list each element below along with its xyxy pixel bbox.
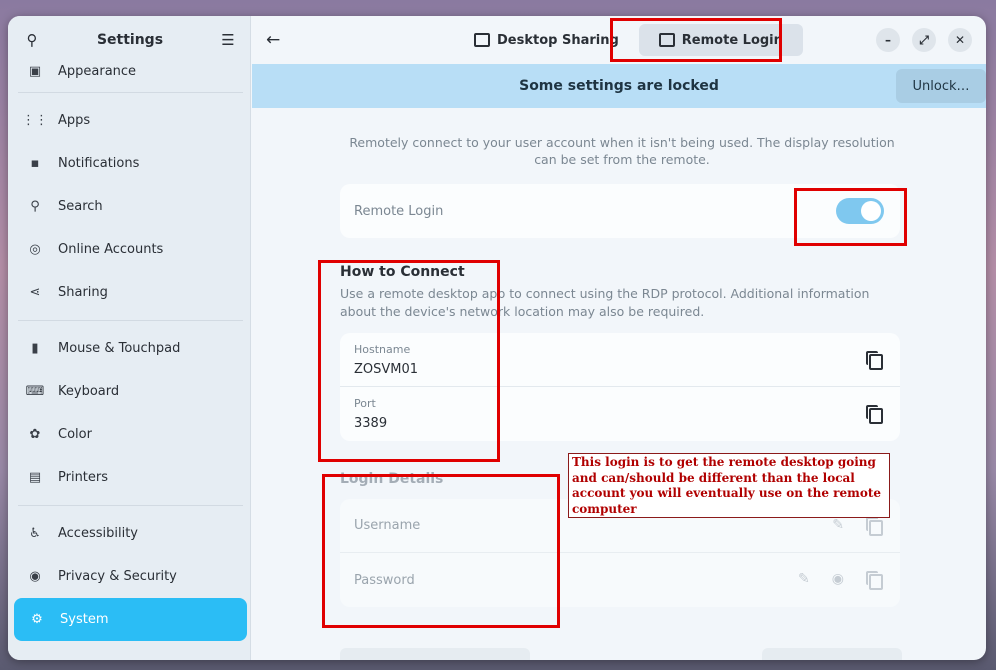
sharing-icon: ⋖ bbox=[29, 285, 41, 300]
annotation-box-login-details bbox=[322, 474, 560, 628]
password-actions: ✎ ◉ bbox=[798, 571, 883, 590]
system-icon: ⚙ bbox=[31, 612, 43, 627]
window-controls: – ⤢ ✕ bbox=[876, 28, 972, 52]
sidebar-separator bbox=[18, 320, 243, 321]
online-accounts-icon: ◎ bbox=[29, 242, 41, 257]
sidebar-item-online-accounts[interactable]: ◎ Online Accounts bbox=[12, 228, 249, 271]
unlock-button[interactable]: Unlock… bbox=[896, 69, 986, 103]
tab-desktop-sharing[interactable]: Desktop Sharing bbox=[474, 24, 631, 56]
annotation-box-toggle bbox=[794, 188, 907, 246]
copy-port-icon[interactable] bbox=[866, 405, 883, 424]
sidebar-item-label: Apps bbox=[58, 113, 91, 128]
username-actions: ✎ bbox=[832, 517, 883, 536]
sidebar-item-label: Keyboard bbox=[58, 384, 120, 399]
search-icon: ⚲ bbox=[30, 199, 40, 214]
sidebar-item-label: Color bbox=[58, 427, 92, 442]
copy-hostname-icon[interactable] bbox=[866, 351, 883, 370]
maximize-icon[interactable]: ⤢ bbox=[912, 28, 936, 52]
annotation-box-how-to-connect bbox=[318, 260, 500, 462]
sidebar-item-printers[interactable]: ▤ Printers bbox=[12, 456, 249, 499]
menu-icon[interactable]: ☰ bbox=[218, 30, 238, 50]
sidebar-separator bbox=[18, 505, 243, 506]
sidebar: ⚲ Settings ☰ ▣ Appearance ⋮⋮ Apps ▪ Noti… bbox=[8, 16, 251, 660]
sidebar-item-label: Privacy & Security bbox=[58, 569, 177, 584]
minimize-icon[interactable]: – bbox=[876, 28, 900, 52]
bottom-button-partial[interactable] bbox=[762, 648, 902, 660]
show-password-icon[interactable]: ◉ bbox=[832, 571, 844, 587]
copy-password-icon[interactable] bbox=[866, 571, 883, 590]
sidebar-item-label: Appearance bbox=[58, 63, 137, 79]
sidebar-item-sharing[interactable]: ⋖ Sharing bbox=[12, 271, 249, 314]
remote-login-label: Remote Login bbox=[354, 203, 444, 219]
sidebar-item-label: Sharing bbox=[58, 285, 108, 300]
apps-icon: ⋮⋮ bbox=[22, 113, 48, 128]
sidebar-item-label: Accessibility bbox=[58, 526, 138, 541]
sidebar-separator bbox=[18, 92, 243, 93]
locked-banner-text: Some settings are locked bbox=[519, 78, 719, 94]
sidebar-item-system[interactable]: ⚙ System bbox=[14, 598, 247, 641]
sidebar-item-accessibility[interactable]: ♿ Accessibility bbox=[12, 512, 249, 555]
accessibility-icon: ♿ bbox=[29, 526, 41, 541]
annotation-note: This login is to get the remote desktop … bbox=[568, 453, 890, 518]
sidebar-item-keyboard[interactable]: ⌨ Keyboard bbox=[12, 370, 249, 413]
back-arrow-icon[interactable]: ← bbox=[266, 30, 280, 50]
sidebar-title: Settings bbox=[96, 32, 164, 48]
sidebar-item-label: Online Accounts bbox=[58, 242, 164, 257]
sidebar-item-label: System bbox=[60, 612, 109, 627]
printer-icon: ▤ bbox=[28, 470, 42, 485]
sidebar-list: ▣ Appearance ⋮⋮ Apps ▪ Notifications ⚲ S… bbox=[12, 60, 249, 641]
sidebar-item-mouse-touchpad[interactable]: ▮ Mouse & Touchpad bbox=[12, 327, 249, 370]
edit-username-icon[interactable]: ✎ bbox=[832, 517, 844, 533]
privacy-icon: ◉ bbox=[29, 569, 41, 584]
tab-label: Desktop Sharing bbox=[497, 32, 619, 48]
sidebar-item-search[interactable]: ⚲ Search bbox=[12, 185, 249, 228]
locked-banner: Some settings are locked Unlock… bbox=[252, 64, 986, 108]
sidebar-item-notifications[interactable]: ▪ Notifications bbox=[12, 142, 249, 185]
keyboard-icon: ⌨ bbox=[25, 384, 45, 399]
mouse-icon: ▮ bbox=[31, 341, 39, 356]
sidebar-item-label: Printers bbox=[58, 470, 109, 485]
edit-password-icon[interactable]: ✎ bbox=[798, 571, 810, 587]
sidebar-item-privacy-security[interactable]: ◉ Privacy & Security bbox=[12, 555, 249, 598]
copy-username-icon[interactable] bbox=[866, 517, 883, 536]
sidebar-item-label: Notifications bbox=[58, 156, 140, 171]
desktop-sharing-icon bbox=[474, 33, 490, 47]
bottom-button-partial[interactable] bbox=[340, 648, 530, 660]
search-icon[interactable]: ⚲ bbox=[22, 30, 42, 50]
annotation-box-remote-login-tab bbox=[610, 18, 782, 62]
sidebar-item-appearance[interactable]: ▣ Appearance bbox=[12, 56, 249, 86]
notifications-icon: ▪ bbox=[30, 156, 40, 171]
sidebar-item-label: Mouse & Touchpad bbox=[58, 341, 181, 356]
close-icon[interactable]: ✕ bbox=[948, 28, 972, 52]
sidebar-item-apps[interactable]: ⋮⋮ Apps bbox=[12, 99, 249, 142]
remote-login-description: Remotely connect to your user account wh… bbox=[349, 135, 895, 167]
color-icon: ✿ bbox=[29, 427, 41, 442]
sidebar-item-label: Search bbox=[58, 199, 103, 214]
sidebar-item-color[interactable]: ✿ Color bbox=[12, 413, 249, 456]
appearance-icon: ▣ bbox=[28, 63, 42, 79]
